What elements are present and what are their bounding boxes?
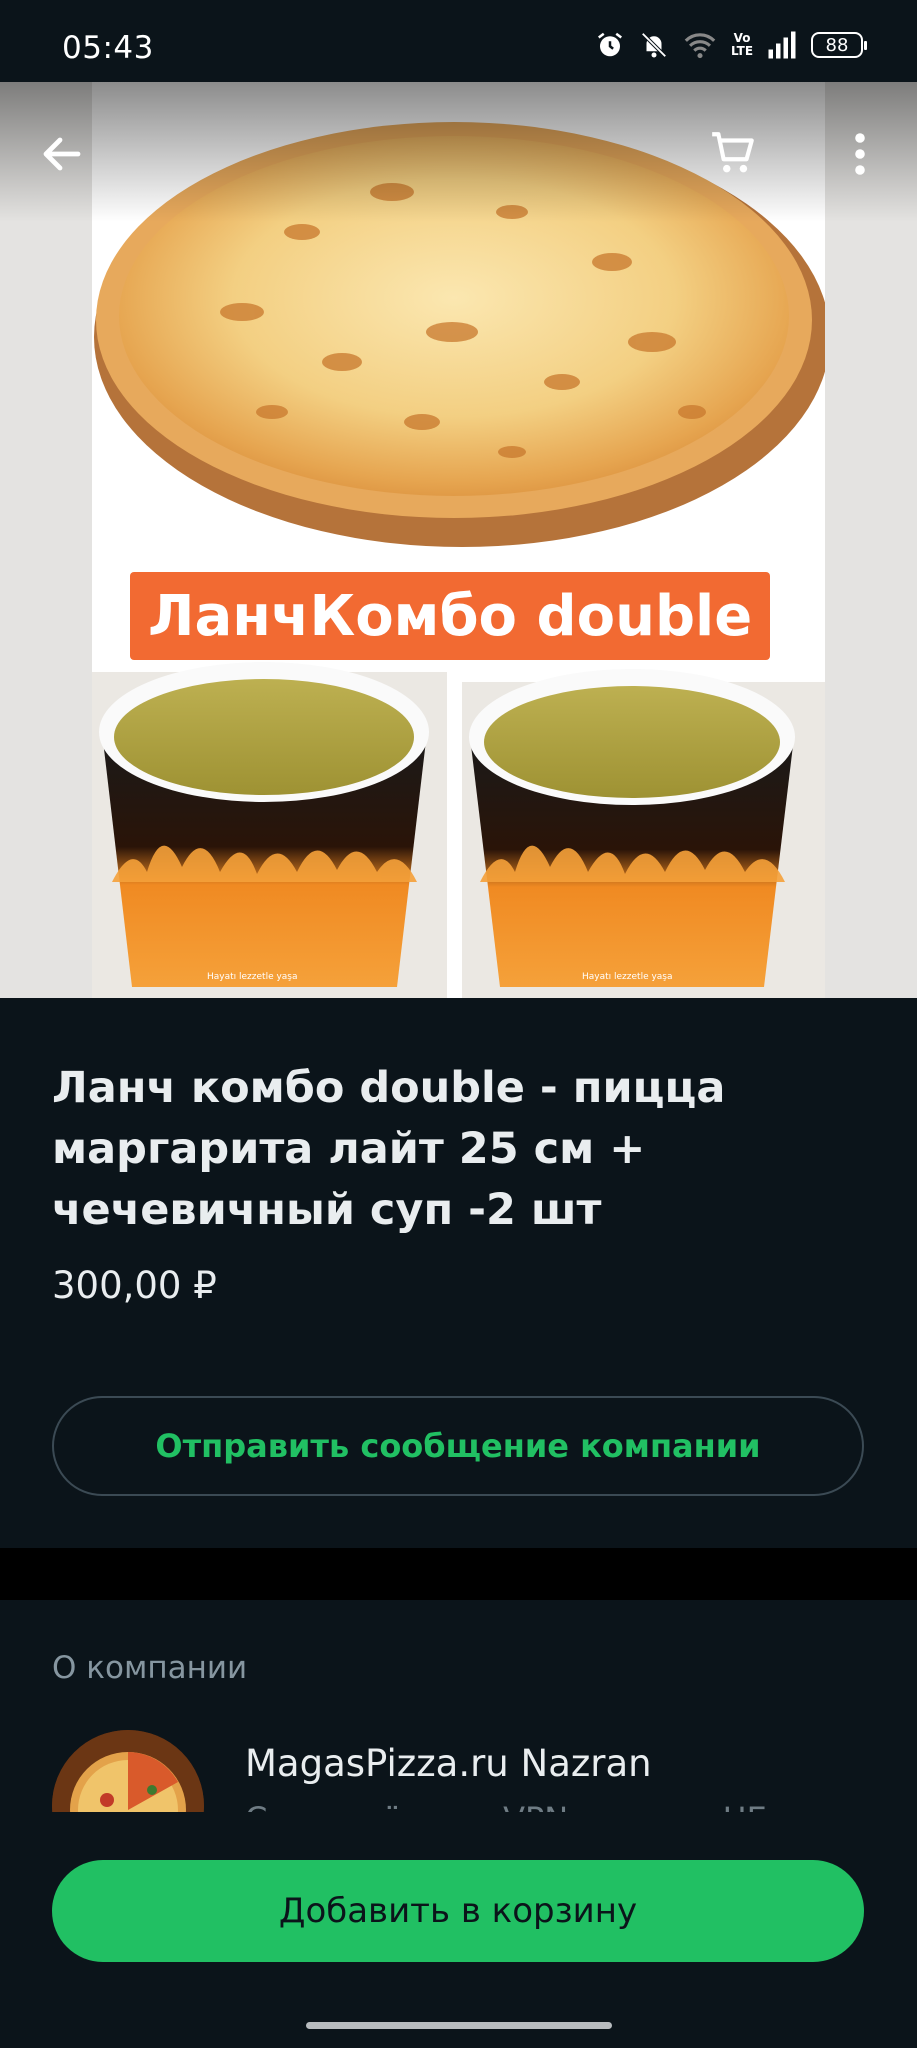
product-price: 300,00 ₽ bbox=[52, 1264, 217, 1307]
section-divider bbox=[0, 1548, 917, 1600]
mute-icon bbox=[641, 32, 667, 58]
battery-level: 88 bbox=[825, 34, 849, 56]
wifi-icon bbox=[684, 33, 716, 59]
status-bar: 05:43 Vo LTE 88 bbox=[0, 0, 917, 82]
status-icons: Vo LTE 88 bbox=[595, 30, 867, 60]
product-image[interactable]: ЛанчКомбо double Hayatı lezzetle yaşa Ha… bbox=[0, 82, 917, 998]
message-company-button[interactable]: Отправить сообщение компании bbox=[52, 1396, 864, 1496]
battery-icon: 88 bbox=[811, 32, 867, 58]
back-arrow-icon[interactable] bbox=[38, 130, 86, 182]
bowl-label-right: Hayatı lezzetle yaşa bbox=[582, 972, 673, 982]
alarm-icon bbox=[598, 32, 622, 57]
volte-icon: Vo LTE bbox=[731, 31, 754, 58]
more-vertical-icon[interactable] bbox=[850, 130, 870, 182]
status-time: 05:43 bbox=[62, 30, 154, 66]
add-to-cart-button[interactable]: Добавить в корзину bbox=[52, 1860, 864, 1962]
combo-banner: ЛанчКомбо double bbox=[130, 572, 771, 660]
signal-icon bbox=[768, 31, 796, 59]
about-company-label: О компании bbox=[52, 1650, 248, 1686]
company-name[interactable]: MagasPizza.ru Nazran bbox=[245, 1742, 652, 1785]
bowl-label-left: Hayatı lezzetle yaşa bbox=[207, 972, 298, 982]
product-title: Ланч комбо double - пицца маргарита лайт… bbox=[52, 1063, 726, 1235]
cart-icon[interactable] bbox=[708, 128, 758, 182]
home-indicator[interactable] bbox=[306, 2022, 612, 2029]
header-shade bbox=[0, 82, 917, 222]
